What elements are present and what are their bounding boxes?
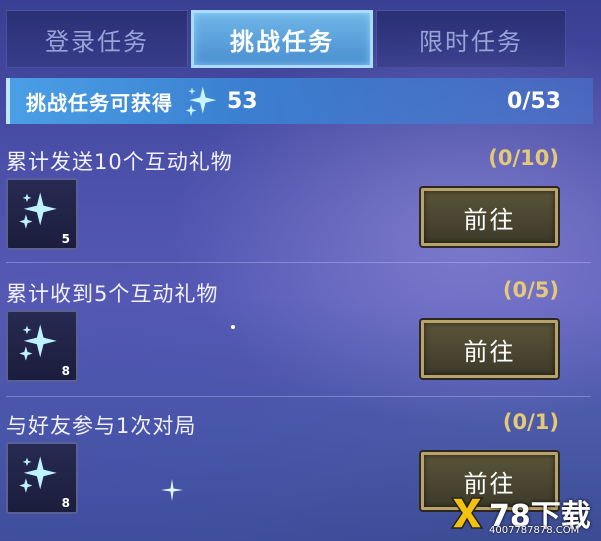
x-logo-icon <box>450 497 484 529</box>
goto-button[interactable]: 前往 <box>421 188 558 246</box>
reward-count: 8 <box>61 496 70 510</box>
goto-button[interactable]: 前往 <box>421 320 558 378</box>
task-title: 与好友参与1次对局 <box>6 414 197 438</box>
sparkle-star-icon <box>19 324 57 361</box>
banner-title: 挑战任务可获得 <box>26 90 173 115</box>
banner-reward-value: 53 <box>227 88 258 114</box>
background-sparkle-icon <box>231 325 235 329</box>
sparkle-star-icon <box>19 192 57 229</box>
task-title: 累计发送10个互动礼物 <box>6 150 233 174</box>
task-progress: (0/10) <box>488 146 559 170</box>
task-progress: (0/5) <box>502 278 559 302</box>
task-progress: (0/1) <box>502 410 559 434</box>
reward-item[interactable]: 8 <box>6 442 78 514</box>
tab-login-tasks[interactable]: 登录任务 <box>6 10 188 68</box>
tab-limited-tasks[interactable]: 限时任务 <box>376 10 566 68</box>
watermark-logo: 78下载 4007787878.COM <box>441 491 601 541</box>
reward-count: 5 <box>61 232 70 246</box>
reward-item[interactable]: 5 <box>6 178 78 250</box>
divider <box>6 262 591 263</box>
banner-progress: 0/53 <box>507 88 561 114</box>
sparkle-star-icon <box>185 86 217 117</box>
tab-challenge-tasks[interactable]: 挑战任务 <box>191 10 373 68</box>
watermark-url: 4007787878.COM <box>489 525 580 536</box>
tab-bar: 登录任务 挑战任务 限时任务 <box>0 0 601 72</box>
background-sparkle-icon <box>161 479 183 501</box>
task-title: 累计收到5个互动礼物 <box>6 282 219 306</box>
task-item: 累计收到5个互动礼物 (0/5) 8 前往 <box>0 278 601 408</box>
reward-count: 8 <box>61 364 70 378</box>
sparkle-star-icon <box>19 456 57 493</box>
reward-item[interactable]: 8 <box>6 310 78 382</box>
reward-summary-banner: 挑战任务可获得 53 0/53 <box>6 78 593 124</box>
task-item: 累计发送10个互动礼物 (0/10) 5 前往 <box>0 146 601 276</box>
divider <box>6 396 591 397</box>
